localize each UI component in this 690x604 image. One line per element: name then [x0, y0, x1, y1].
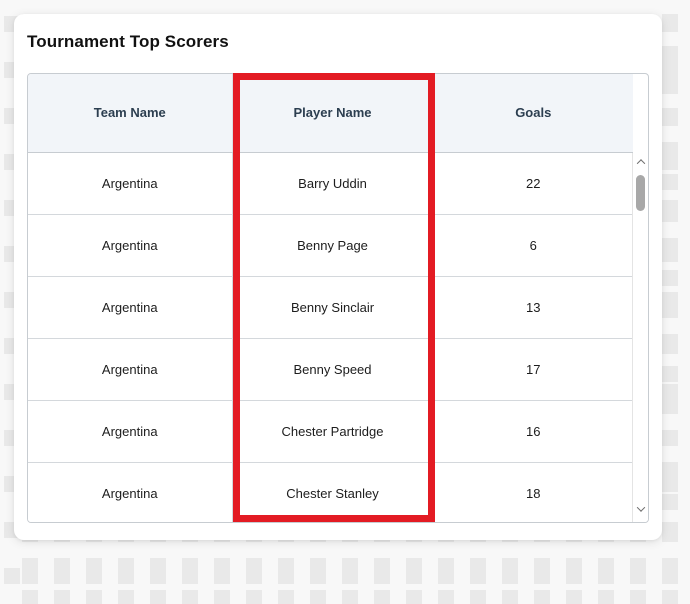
skeleton-block	[470, 590, 486, 604]
skeleton-block	[406, 590, 422, 604]
skeleton-block	[662, 558, 678, 574]
scroll-up-button[interactable]	[633, 155, 648, 169]
skeleton-block	[502, 590, 518, 604]
column-header-team-name[interactable]: Team Name	[28, 74, 233, 153]
skeleton-block	[502, 558, 518, 574]
skeleton-block	[118, 558, 134, 574]
skeleton-block	[662, 46, 678, 62]
cell-team-name: Argentina	[28, 462, 233, 522]
skeleton-block	[54, 590, 70, 604]
skeleton-block	[54, 558, 70, 574]
cell-goals: 18	[433, 462, 633, 522]
skeleton-block	[246, 590, 262, 604]
skeleton-block	[662, 206, 678, 222]
skeleton-block	[246, 558, 262, 574]
table-vertical-scrollbar[interactable]	[632, 153, 648, 522]
skeleton-block	[342, 558, 358, 574]
skeleton-block	[22, 590, 38, 604]
skeleton-block	[662, 494, 678, 510]
skeleton-block	[374, 590, 390, 604]
skeleton-block	[662, 366, 678, 382]
skeleton-block	[662, 78, 678, 94]
cell-goals: 17	[433, 338, 633, 401]
table-body: Argentina Barry Uddin 22 Argentina Benny…	[28, 152, 633, 522]
skeleton-block	[662, 430, 678, 446]
skeleton-block	[662, 526, 678, 542]
cell-player-name: Benny Sinclair	[232, 276, 434, 339]
cell-player-name: Chester Partridge	[232, 400, 434, 463]
skeleton-block	[662, 302, 678, 318]
skeleton-block	[86, 558, 102, 574]
top-scorers-table: Team Name Player Name Goals Argentina Ba…	[28, 74, 633, 522]
column-header-player-name[interactable]: Player Name	[232, 74, 434, 153]
skeleton-block	[566, 558, 582, 574]
table-row[interactable]: Argentina Benny Sinclair 13	[28, 276, 633, 339]
skeleton-block	[662, 142, 678, 158]
skeleton-block	[662, 238, 678, 254]
cell-player-name: Benny Speed	[232, 338, 434, 401]
skeleton-block	[150, 590, 166, 604]
skeleton-block	[662, 462, 678, 478]
table-scroll-container[interactable]: Team Name Player Name Goals Argentina Ba…	[27, 73, 649, 523]
top-scorers-card: Tournament Top Scorers Team Name Player …	[14, 14, 662, 540]
skeleton-block	[598, 558, 614, 574]
cell-team-name: Argentina	[28, 214, 233, 277]
table-row[interactable]: Argentina Benny Speed 17	[28, 338, 633, 401]
skeleton-block	[406, 558, 422, 574]
skeleton-block	[278, 590, 294, 604]
skeleton-block	[662, 270, 678, 286]
skeleton-block	[662, 590, 678, 604]
skeleton-block	[438, 558, 454, 574]
skeleton-block	[630, 590, 646, 604]
skeleton-block	[598, 590, 614, 604]
skeleton-block	[662, 174, 678, 190]
column-header-goals[interactable]: Goals	[433, 74, 633, 153]
cell-goals: 6	[433, 214, 633, 277]
page-title: Tournament Top Scorers	[27, 32, 229, 51]
cell-team-name: Argentina	[28, 400, 233, 463]
cell-player-name: Benny Page	[232, 214, 434, 277]
cell-goals: 16	[433, 400, 633, 463]
table-header: Team Name Player Name Goals	[28, 74, 633, 153]
cell-team-name: Argentina	[28, 152, 233, 215]
skeleton-block	[662, 334, 678, 350]
skeleton-block	[566, 590, 582, 604]
scroll-down-button[interactable]	[633, 502, 648, 516]
skeleton-block	[182, 558, 198, 574]
cell-goals: 22	[433, 152, 633, 215]
cell-team-name: Argentina	[28, 338, 233, 401]
table-row[interactable]: Argentina Benny Page 6	[28, 214, 633, 277]
table-row[interactable]: Argentina Chester Partridge 16	[28, 400, 633, 463]
skeleton-block	[534, 558, 550, 574]
chevron-down-icon	[636, 503, 645, 512]
skeleton-block	[630, 558, 646, 574]
skeleton-block	[278, 558, 294, 574]
skeleton-block	[662, 398, 678, 414]
skeleton-block	[214, 558, 230, 574]
table-row[interactable]: Argentina Chester Stanley 18	[28, 462, 633, 522]
cell-player-name: Barry Uddin	[232, 152, 434, 215]
skeleton-block	[534, 590, 550, 604]
skeleton-block	[342, 590, 358, 604]
skeleton-block	[118, 590, 134, 604]
skeleton-block	[86, 590, 102, 604]
skeleton-block	[662, 110, 678, 126]
skeleton-block	[22, 558, 38, 574]
chevron-up-icon	[636, 159, 645, 168]
skeleton-block	[182, 590, 198, 604]
skeleton-block	[374, 558, 390, 574]
scrollbar-thumb[interactable]	[636, 175, 645, 211]
skeleton-block	[310, 590, 326, 604]
skeleton-block	[438, 590, 454, 604]
cell-player-name: Chester Stanley	[232, 462, 434, 522]
cell-team-name: Argentina	[28, 276, 233, 339]
skeleton-block	[662, 14, 678, 30]
skeleton-block	[470, 558, 486, 574]
skeleton-block	[310, 558, 326, 574]
skeleton-block	[150, 558, 166, 574]
skeleton-block	[214, 590, 230, 604]
cell-goals: 13	[433, 276, 633, 339]
table-header-row: Team Name Player Name Goals	[28, 74, 633, 153]
table-row[interactable]: Argentina Barry Uddin 22	[28, 152, 633, 215]
